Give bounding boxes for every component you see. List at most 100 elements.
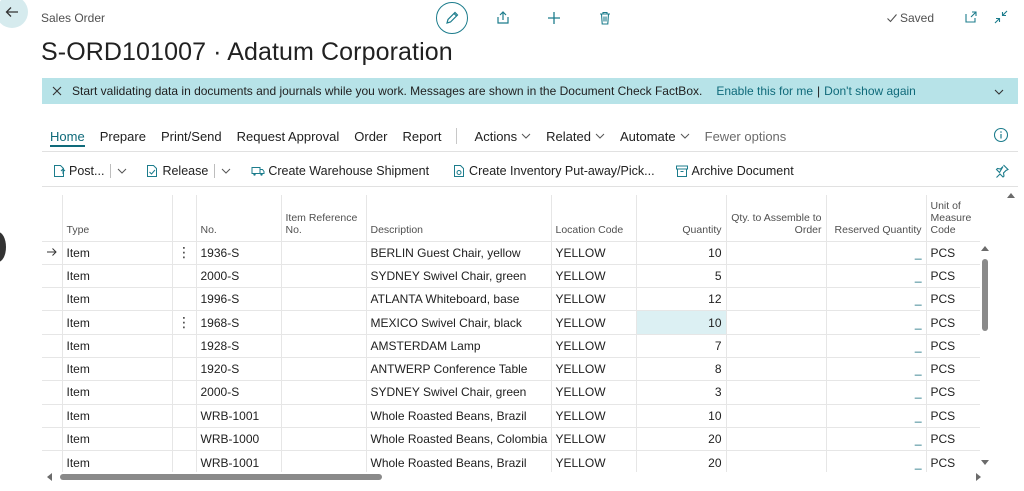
cell-type[interactable]: Item [62,287,173,311]
tab-request-approval[interactable]: Request Approval [237,129,340,144]
cell-no[interactable]: 1928-S [196,333,282,358]
cell-qty-to-assemble[interactable] [726,240,827,265]
fewer-options-button[interactable]: Fewer options [705,129,787,144]
cell-unit-of-measure[interactable]: PCS [926,403,980,428]
horizontal-scroll-thumb[interactable] [60,474,382,480]
table-row[interactable]: Item 1920-S ANTWERP Conference Table YELLOW… [42,356,980,381]
table-row[interactable]: Item ⋮ 1936-S BERLIN Guest Chair, yellow YEL… [42,240,980,265]
cell-qty-to-assemble[interactable] [726,333,827,358]
cell-qty-to-assemble[interactable] [726,380,827,405]
row-menu-button[interactable] [172,333,197,358]
cell-no[interactable]: 1936-S [196,240,282,265]
cell-reserved-quantity[interactable]: _ [826,450,927,472]
cell-unit-of-measure[interactable]: PCS [926,380,980,405]
cell-no[interactable]: 1968-S [196,310,282,335]
scroll-down-arrow[interactable] [981,460,989,465]
cell-description[interactable]: Whole Roasted Beans, Brazil [366,450,552,472]
table-row[interactable]: Item WRB-1001 Whole Roasted Beans, Brazil Y… [42,450,980,472]
row-menu-button[interactable] [172,403,197,428]
cell-qty-to-assemble[interactable] [726,426,827,451]
cell-item-reference-no[interactable] [281,287,367,311]
cell-quantity[interactable]: 5 [636,263,727,288]
cell-unit-of-measure[interactable]: PCS [926,310,980,335]
row-marker[interactable] [42,356,63,381]
menu-automate[interactable]: Automate [620,129,690,144]
table-row[interactable]: Item 2000-S SYDNEY Swivel Chair, green YELL… [42,263,980,288]
cell-description[interactable]: SYDNEY Swivel Chair, green [366,380,552,405]
info-icon[interactable] [993,127,1009,143]
row-marker[interactable] [42,380,63,405]
cell-item-reference-no[interactable] [281,310,367,335]
cell-type[interactable]: Item [62,450,173,472]
cell-description[interactable]: AMSTERDAM Lamp [366,333,552,358]
column-header-qty-to-assemble[interactable]: Qty. to Assemble to Order [726,195,827,241]
table-row[interactable]: Item 2000-S SYDNEY Swivel Chair, green YELL… [42,380,980,405]
tab-home[interactable]: Home [50,129,85,147]
cell-location-code[interactable]: YELLOW [551,310,637,335]
cell-type[interactable]: Item [62,403,173,428]
tab-prepare[interactable]: Prepare [100,129,146,144]
release-dropdown[interactable] [221,166,231,176]
cell-item-reference-no[interactable] [281,450,367,472]
cell-reserved-quantity[interactable]: _ [826,287,927,311]
cell-quantity[interactable]: 10 [636,403,727,428]
enable-link[interactable]: Enable this for me [716,84,813,98]
column-header-location-code[interactable]: Location Code [551,195,637,241]
cell-quantity[interactable]: 20 [636,426,727,451]
cell-quantity[interactable]: 10 [636,240,727,265]
post-dropdown[interactable] [117,166,127,176]
row-marker[interactable] [42,450,63,472]
edit-button[interactable] [436,2,468,34]
row-marker[interactable] [42,426,63,451]
row-marker[interactable] [42,333,63,358]
cell-item-reference-no[interactable] [281,356,367,381]
column-header-item-reference-no[interactable]: Item Reference No. [281,195,367,241]
cell-item-reference-no[interactable] [281,333,367,358]
row-menu-button[interactable] [172,450,197,472]
row-marker[interactable] [42,403,63,428]
column-header-quantity[interactable]: Quantity [636,195,727,241]
cell-description[interactable]: BERLIN Guest Chair, yellow [366,240,552,265]
column-header-reserved-quantity[interactable]: Reserved Quantity [826,195,927,241]
cell-type[interactable]: Item [62,240,173,265]
vertical-scrollbar[interactable] [980,243,990,468]
cell-item-reference-no[interactable] [281,240,367,265]
cell-no[interactable]: WRB-1000 [196,426,282,451]
create-inventory-putaway-button[interactable]: Create Inventory Put-away/Pick... [452,164,655,178]
cell-qty-to-assemble[interactable] [726,403,827,428]
table-row[interactable]: Item WRB-1001 Whole Roasted Beans, Brazil Y… [42,403,980,428]
cell-type[interactable]: Item [62,356,173,381]
tab-order[interactable]: Order [354,129,387,144]
create-warehouse-shipment-button[interactable]: Create Warehouse Shipment [251,164,429,178]
cell-reserved-quantity[interactable]: _ [826,403,927,428]
side-handle[interactable] [0,232,6,262]
cell-type[interactable]: Item [62,333,173,358]
tab-print-send[interactable]: Print/Send [161,129,222,144]
scroll-right-arrow[interactable] [976,473,981,481]
cell-quantity[interactable]: 7 [636,333,727,358]
cell-reserved-quantity[interactable]: _ [826,263,927,288]
vertical-scroll-thumb[interactable] [982,259,988,331]
row-menu-button[interactable]: ⋮ [172,240,197,265]
cell-description[interactable]: ATLANTA Whiteboard, base [366,287,552,311]
cell-item-reference-no[interactable] [281,263,367,288]
cell-item-reference-no[interactable] [281,426,367,451]
row-menu-button[interactable] [172,426,197,451]
cell-type[interactable]: Item [62,310,173,335]
post-button[interactable]: Post... [52,164,104,178]
column-header-description[interactable]: Description [366,195,552,241]
cell-qty-to-assemble[interactable] [726,263,827,288]
pin-icon[interactable] [994,163,1010,179]
row-marker[interactable] [42,240,63,265]
table-row[interactable]: Item ⋮ 1968-S MEXICO Swivel Chair, black YEL… [42,310,980,335]
row-menu-button[interactable] [172,356,197,381]
column-header-no[interactable]: No. [196,195,282,241]
cell-qty-to-assemble[interactable] [726,287,827,311]
scroll-up-arrow[interactable] [981,246,989,251]
tab-report[interactable]: Report [403,129,442,144]
cell-description[interactable]: Whole Roasted Beans, Brazil [366,403,552,428]
cell-unit-of-measure[interactable]: PCS [926,287,980,311]
cell-reserved-quantity[interactable]: _ [826,240,927,265]
cell-no[interactable]: WRB-1001 [196,450,282,472]
cell-description[interactable]: SYDNEY Swivel Chair, green [366,263,552,288]
